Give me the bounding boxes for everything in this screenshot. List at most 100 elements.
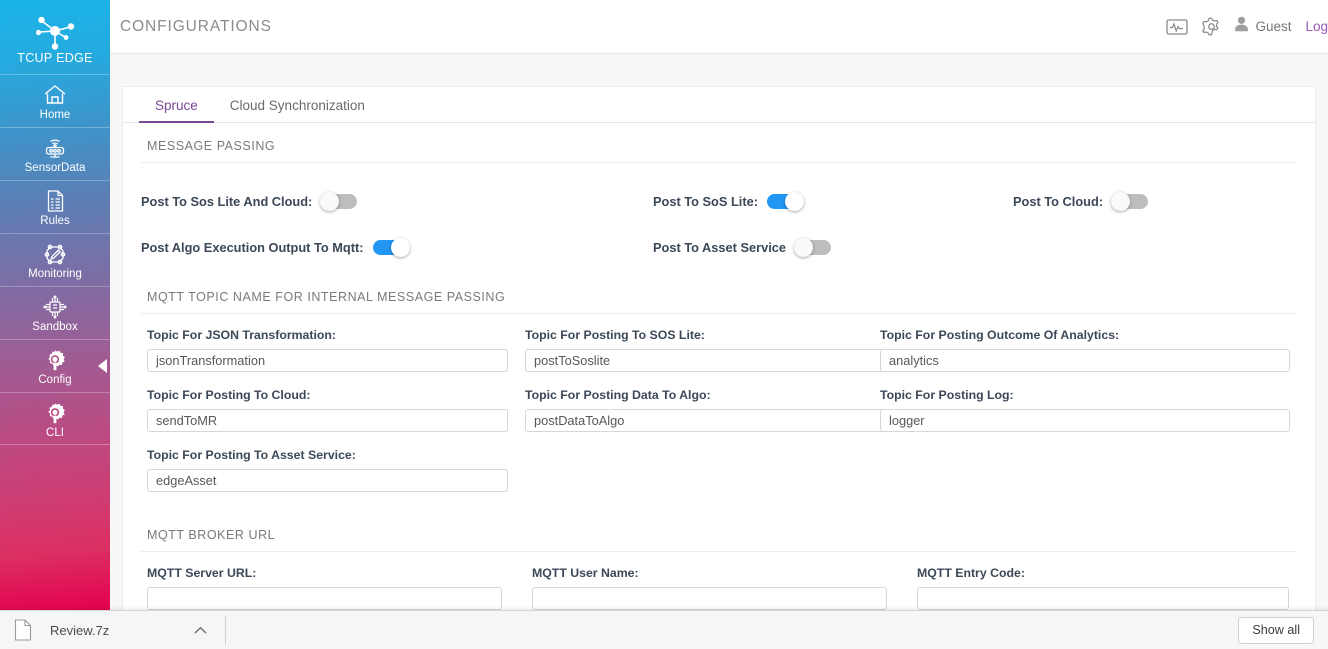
field-topic-posting-data-to-algo: Topic For Posting Data To Algo: — [519, 388, 886, 448]
active-indicator-caret-icon — [98, 359, 107, 373]
toggle-post-algo-execution-output-to-mqtt[interactable] — [372, 237, 410, 257]
download-bar-separator — [225, 615, 227, 645]
field-label: MQTT Entry Code: — [917, 566, 1025, 580]
field-topic-json-transformation: Topic For JSON Transformation: — [141, 328, 519, 388]
field-mqtt-user-name: MQTT User Name: — [526, 566, 911, 610]
network-nodes-logo-icon — [32, 14, 78, 50]
field-label: Topic For Posting To Cloud: — [147, 388, 311, 402]
sidebar-item-label: Sandbox — [32, 321, 78, 333]
sidebar-item-label: Home — [39, 109, 71, 121]
document-rules-icon — [42, 188, 68, 215]
input-mqtt-user-name[interactable] — [532, 587, 887, 610]
toggle-row-post-algo-execution-output-to-mqtt: Post Algo Execution Output To Mqtt: — [141, 224, 653, 270]
sidebar-item-label: Config — [38, 374, 72, 386]
toggle-post-to-sos-lite-and-cloud[interactable] — [320, 191, 358, 211]
section-title-message-passing: MESSAGE PASSING — [141, 123, 1297, 163]
app-root: TCUP EDGE Home SensorData Rules Monitori… — [0, 0, 1328, 649]
download-file-name: Review.7z — [50, 622, 110, 638]
input-topic-posting-log[interactable] — [880, 409, 1290, 432]
content-area: Spruce Cloud Synchronization MESSAGE PAS… — [110, 54, 1328, 610]
field-topic-posting-to-cloud: Topic For Posting To Cloud: — [141, 388, 519, 448]
tab-bar: Spruce Cloud Synchronization — [123, 87, 1315, 123]
input-topic-posting-outcome-of-analytics[interactable] — [880, 349, 1290, 372]
sidebar-item-monitoring[interactable]: Monitoring — [0, 233, 110, 286]
field-mqtt-server-url: MQTT Server URL: — [141, 566, 526, 610]
field-topic-posting-outcome-of-analytics: Topic For Posting Outcome Of Analytics: — [874, 328, 1297, 388]
configuration-card: Spruce Cloud Synchronization MESSAGE PAS… — [122, 86, 1316, 610]
input-mqtt-entry-code[interactable] — [917, 587, 1289, 610]
field-label: Topic For JSON Transformation: — [147, 328, 337, 342]
field-label: Topic For Posting Log: — [880, 388, 1014, 402]
toggle-row-post-to-sos-lite: Post To SoS Lite: — [653, 178, 1013, 224]
sidebar-item-config[interactable]: Config — [0, 339, 110, 392]
input-topic-posting-to-sos-lite[interactable] — [525, 349, 886, 372]
toggle-label: Post To Asset Service — [653, 239, 786, 255]
input-topic-posting-data-to-algo[interactable] — [525, 409, 886, 432]
user-menu[interactable]: Guest — [1234, 16, 1291, 37]
tab-cloud-synchronization[interactable]: Cloud Synchronization — [214, 98, 381, 122]
username-label: Guest — [1255, 19, 1292, 34]
top-bar: CONFIGURATIONS Guest Log — [110, 0, 1328, 54]
field-label: Topic For Posting Outcome Of Analytics: — [880, 328, 1120, 342]
toggle-row-post-to-sos-lite-and-cloud: Post To Sos Lite And Cloud: — [141, 178, 653, 224]
toggle-label: Post To Sos Lite And Cloud: — [141, 193, 313, 209]
monitoring-icon — [42, 241, 68, 268]
file-icon — [14, 619, 32, 641]
input-topic-json-transformation[interactable] — [147, 349, 508, 372]
message-passing-toggles: Post To Sos Lite And Cloud: Post To SoS … — [141, 163, 1297, 270]
spruce-panel: MESSAGE PASSING Post To Sos Lite And Clo… — [123, 123, 1315, 610]
sidebar-item-sensordata[interactable]: SensorData — [0, 127, 110, 180]
field-label: MQTT Server URL: — [147, 566, 257, 580]
user-avatar-icon — [1234, 16, 1249, 37]
field-label: Topic For Posting To Asset Service: — [147, 448, 356, 462]
sidebar-item-label: Monitoring — [28, 268, 82, 280]
toggle-row-post-to-asset-service: Post To Asset Service — [653, 224, 1013, 270]
toggle-post-to-asset-service[interactable] — [794, 237, 831, 257]
chip-sandbox-icon — [42, 294, 68, 321]
toggle-knob — [784, 191, 804, 211]
sidebar-item-label: CLI — [46, 426, 64, 439]
page-title: CONFIGURATIONS — [120, 17, 272, 35]
sidebar-item-home[interactable]: Home — [0, 74, 110, 127]
field-topic-posting-to-asset-service: Topic For Posting To Asset Service: — [141, 448, 519, 508]
input-mqtt-server-url[interactable] — [147, 587, 502, 610]
sidebar-item-label: Rules — [40, 215, 70, 227]
topbar-actions: Guest Log — [1160, 10, 1328, 44]
toggle-post-to-cloud[interactable] — [1111, 191, 1149, 211]
toggle-row-post-to-cloud: Post To Cloud: — [1013, 178, 1320, 224]
show-all-downloads-button[interactable]: Show all — [1238, 616, 1314, 644]
field-mqtt-entry-code: MQTT Entry Code: — [911, 566, 1297, 610]
sidebar-item-cli[interactable]: CLI — [0, 392, 110, 445]
toggle-knob — [1111, 191, 1131, 211]
chevron-up-icon[interactable] — [189, 619, 211, 641]
sidebar-logo-text: TCUP EDGE — [17, 50, 93, 65]
toggle-label: Post To SoS Lite: — [653, 193, 758, 209]
download-bar: Review.7z Show all — [0, 610, 1328, 649]
toggle-label: Post Algo Execution Output To Mqtt: — [141, 239, 364, 255]
gear-wrench-icon — [42, 400, 68, 427]
sensor-icon — [42, 135, 68, 162]
sidebar-logo[interactable]: TCUP EDGE — [0, 0, 110, 74]
input-topic-posting-to-cloud[interactable] — [147, 409, 508, 432]
toggle-label: Post To Cloud: — [1013, 193, 1104, 209]
tab-spruce[interactable]: Spruce — [139, 98, 214, 123]
logout-link[interactable]: Log — [1305, 19, 1328, 34]
toggle-row-spacer — [1013, 224, 1320, 270]
gear-icon[interactable] — [1194, 10, 1228, 44]
input-topic-posting-to-asset-service[interactable] — [147, 469, 508, 492]
field-label: Topic For Posting Data To Algo: — [525, 388, 711, 402]
toggle-knob — [320, 191, 340, 211]
download-item[interactable]: Review.7z — [0, 611, 211, 649]
mqtt-topic-fields: Topic For JSON Transformation: Topic For… — [141, 314, 1297, 508]
field-topic-posting-to-sos-lite: Topic For Posting To SOS Lite: — [519, 328, 886, 388]
sidebar-item-sandbox[interactable]: Sandbox — [0, 286, 110, 339]
field-label: Topic For Posting To SOS Lite: — [525, 328, 705, 342]
field-topic-posting-log: Topic For Posting Log: — [874, 388, 1297, 448]
pulse-monitor-icon[interactable] — [1160, 10, 1194, 44]
gear-wrench-icon — [42, 347, 68, 374]
sidebar-item-rules[interactable]: Rules — [0, 180, 110, 233]
toggle-knob — [794, 237, 813, 257]
home-icon — [42, 82, 68, 109]
toggle-post-to-sos-lite[interactable] — [766, 191, 804, 211]
sidebar: TCUP EDGE Home SensorData Rules Monitori… — [0, 0, 110, 610]
